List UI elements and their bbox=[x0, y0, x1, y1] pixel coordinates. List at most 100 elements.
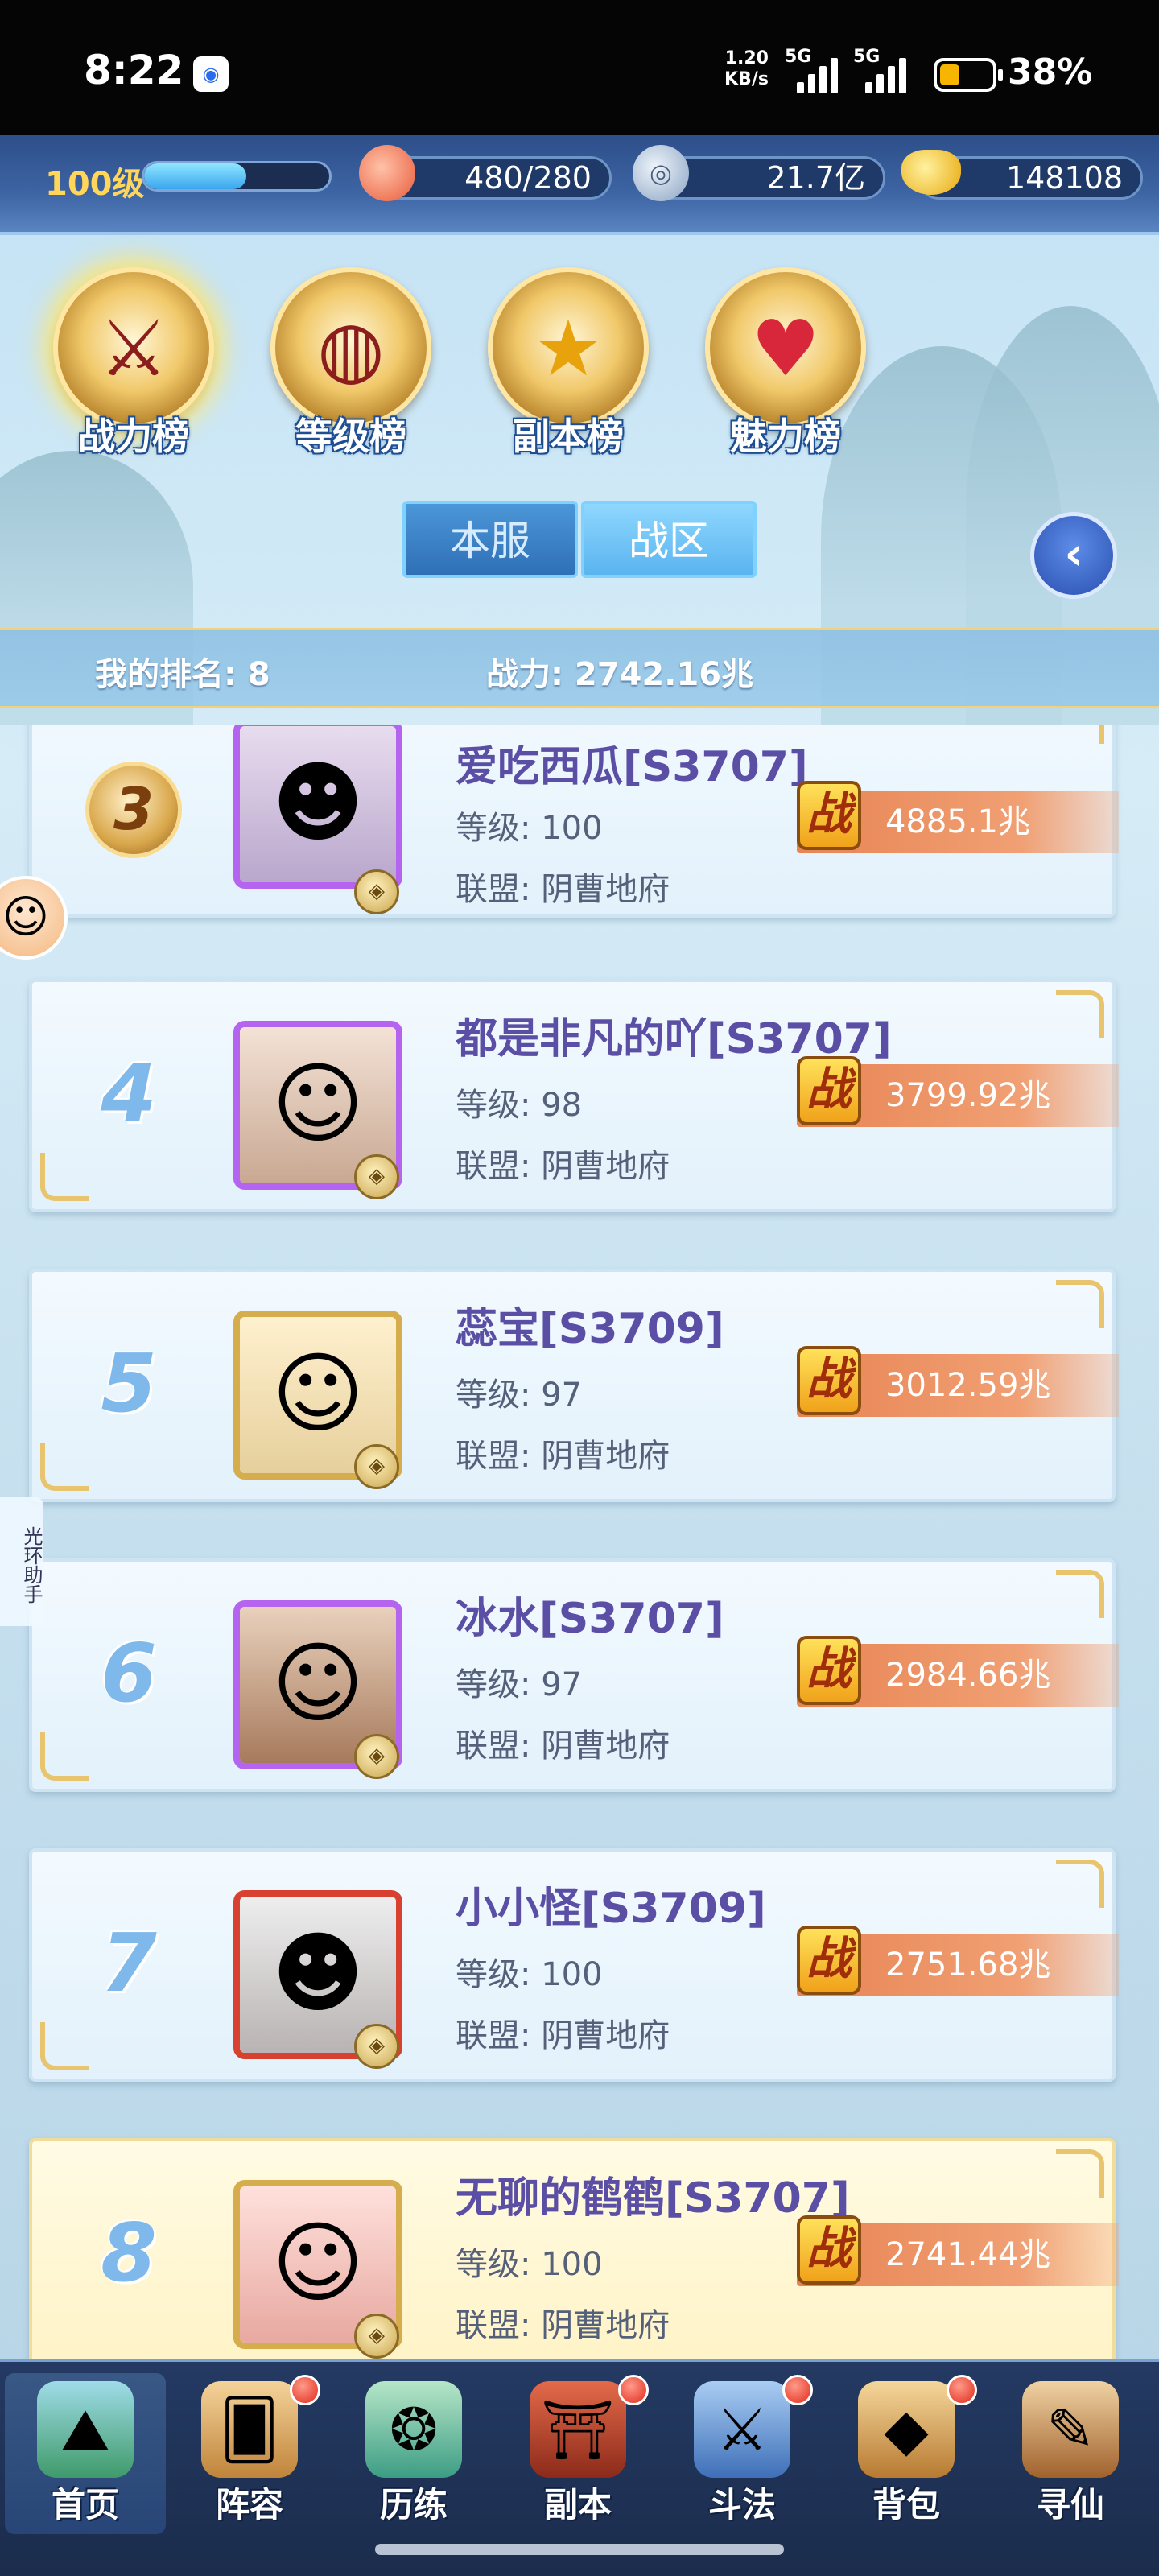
coin-icon: ◎ bbox=[633, 145, 689, 201]
notification-dot bbox=[947, 2375, 977, 2405]
player-name: 蕊宝[S3709] bbox=[456, 1305, 724, 1353]
title-badge-icon: ◈ bbox=[354, 869, 399, 914]
ornament-corner bbox=[1056, 2149, 1104, 2198]
player-guild: 联盟: 阴曹地府 bbox=[456, 1148, 670, 1185]
my-rank: 我的排名: 8 bbox=[95, 656, 270, 693]
avatar[interactable]: ☻ bbox=[233, 724, 402, 889]
player-name: 无聊的鹤鹤[S3707] bbox=[456, 2174, 850, 2223]
player-level: 等级: 100 bbox=[456, 2246, 603, 2283]
player-level: 等级: 100 bbox=[456, 810, 603, 847]
player-level: 等级: 97 bbox=[456, 1666, 583, 1703]
rank-number: 5 bbox=[101, 1336, 157, 1430]
nav-label: 首页 bbox=[51, 2485, 119, 2524]
nav-home[interactable]: ⛰ 首页 bbox=[5, 2373, 166, 2534]
rank-number: 4 bbox=[101, 1046, 157, 1141]
tab-power-ranking[interactable]: ⚔ 战力榜 bbox=[37, 267, 230, 477]
helper-tab[interactable]: 光环助手 bbox=[0, 1497, 43, 1626]
player-guild: 联盟: 阴曹地府 bbox=[456, 1438, 670, 1475]
nav-bag[interactable]: ◆ 背包 bbox=[826, 2373, 987, 2534]
nav-label: 斗法 bbox=[707, 2485, 776, 2524]
gold-ingot-icon bbox=[901, 150, 961, 195]
nav-label: 阵容 bbox=[215, 2485, 283, 2524]
nav-dungeon[interactable]: ⛩ 副本 bbox=[497, 2373, 658, 2534]
player-name: 爱吃西瓜[S3707] bbox=[456, 743, 808, 791]
tab-local-server[interactable]: 本服 bbox=[402, 501, 578, 578]
gold-value: 148108 bbox=[1005, 160, 1123, 196]
leaderboard-row[interactable]: 3 ☻ ◈ 爱吃西瓜[S3707] 等级: 100 联盟: 阴曹地府 战 488… bbox=[29, 724, 1119, 918]
battery-icon bbox=[934, 58, 1003, 92]
title-badge-icon: ◈ bbox=[354, 2314, 399, 2359]
sword-emblem-icon: ⚔ bbox=[53, 267, 214, 428]
title-badge-icon: ◈ bbox=[354, 1444, 399, 1489]
back-icon[interactable]: ‹ bbox=[1030, 512, 1117, 599]
swords-icon: ⚔ bbox=[694, 2381, 790, 2478]
battery-percent: 38% bbox=[1008, 52, 1093, 93]
ornament-corner bbox=[1056, 990, 1104, 1038]
player-guild: 联盟: 阴曹地府 bbox=[456, 871, 670, 908]
ornament-corner bbox=[40, 1443, 89, 1491]
rank-number: 7 bbox=[101, 1916, 157, 2010]
power-value: 2751.68兆 bbox=[885, 1946, 1051, 1984]
notification-dot bbox=[618, 2375, 649, 2405]
notification-dot bbox=[782, 2375, 813, 2405]
rank-number: 6 bbox=[101, 1626, 157, 1720]
player-level: 等级: 100 bbox=[456, 1956, 603, 1993]
tab-dungeon-ranking[interactable]: ★ 副本榜 bbox=[472, 267, 665, 477]
resource-bar: 100级 480/280 21.7亿 ◎ 148108 bbox=[0, 135, 1159, 235]
player-guild: 联盟: 阴曹地府 bbox=[456, 1728, 670, 1765]
tab-label: 魅力榜 bbox=[730, 415, 841, 458]
ornament-corner bbox=[1056, 1570, 1104, 1618]
ornament-corner bbox=[40, 2022, 89, 2070]
peach-icon bbox=[359, 145, 415, 201]
leaderboard-row[interactable]: 6 ☺ ◈ 冰水[S3707] 等级: 97 联盟: 阴曹地府 战 2984.6… bbox=[29, 1558, 1119, 1792]
power-value: 4885.1兆 bbox=[885, 803, 1030, 840]
player-level: 100级 bbox=[45, 166, 145, 203]
leaderboard-row[interactable]: 4 ☺ ◈ 都是非凡的吖[S3707] 等级: 98 联盟: 阴曹地府 战 37… bbox=[29, 979, 1119, 1212]
signal-icon bbox=[797, 56, 845, 93]
bag-icon: ◆ bbox=[858, 2381, 955, 2478]
power-value: 2984.66兆 bbox=[885, 1657, 1051, 1694]
rank-medal-icon: 3 bbox=[85, 762, 182, 858]
ornament-corner bbox=[40, 1153, 89, 1201]
tab-label: 等级榜 bbox=[295, 415, 406, 458]
tab-label: 战力榜 bbox=[78, 415, 189, 458]
tab-war-zone[interactable]: 战区 bbox=[581, 501, 757, 578]
player-level: 等级: 97 bbox=[456, 1377, 583, 1414]
nav-battle[interactable]: ⚔ 斗法 bbox=[662, 2373, 823, 2534]
player-guild: 联盟: 阴曹地府 bbox=[456, 2017, 670, 2054]
nav-lineup[interactable]: 🂠 阵容 bbox=[169, 2373, 330, 2534]
ornament-corner bbox=[1056, 724, 1104, 744]
leaderboard-row[interactable]: 5 ☺ ◈ 蕊宝[S3709] 等级: 97 联盟: 阴曹地府 战 3012.5… bbox=[29, 1269, 1119, 1502]
nav-training[interactable]: ❂ 历练 bbox=[333, 2373, 494, 2534]
notification-app-icon: ◉ bbox=[193, 56, 229, 92]
cards-icon: 🂠 bbox=[201, 2381, 298, 2478]
tab-level-ranking[interactable]: ◍ 等级榜 bbox=[254, 267, 448, 477]
power-icon: 战 bbox=[797, 1346, 861, 1415]
power-icon: 战 bbox=[797, 1056, 861, 1125]
power-value: 3012.59兆 bbox=[885, 1367, 1051, 1404]
level-progress-bar bbox=[142, 161, 332, 192]
leaderboard-list[interactable]: 3 ☻ ◈ 爱吃西瓜[S3707] 等级: 100 联盟: 阴曹地府 战 488… bbox=[0, 724, 1159, 2359]
power-value: 3799.92兆 bbox=[885, 1077, 1051, 1114]
home-indicator[interactable] bbox=[375, 2544, 784, 2555]
my-rank-bar: 我的排名: 8 战力: 2742.16兆 bbox=[0, 628, 1159, 708]
player-level: 等级: 98 bbox=[456, 1087, 583, 1124]
title-badge-icon: ◈ bbox=[354, 1154, 399, 1199]
leaderboard-row-self[interactable]: 8 ☺ ◈ 无聊的鹤鹤[S3707] 等级: 100 联盟: 阴曹地府 战 27… bbox=[29, 2138, 1119, 2359]
nav-seek-immortal[interactable]: ✎ 寻仙 bbox=[990, 2373, 1151, 2534]
tab-charm-ranking[interactable]: ♥ 魅力榜 bbox=[689, 267, 882, 477]
player-name: 冰水[S3707] bbox=[456, 1595, 724, 1643]
star-emblem-icon: ★ bbox=[488, 267, 649, 428]
scroll-icon: ✎ bbox=[1022, 2381, 1119, 2478]
player-guild: 联盟: 阴曹地府 bbox=[456, 2307, 670, 2344]
ornament-corner bbox=[1056, 1860, 1104, 1908]
leaderboard-row[interactable]: 7 ☻ ◈ 小小怪[S3709] 等级: 100 联盟: 阴曹地府 战 2751… bbox=[29, 1848, 1119, 2082]
silver-value: 21.7亿 bbox=[766, 160, 865, 196]
dragon-icon: ❂ bbox=[365, 2381, 462, 2478]
net-speed: 1.20 KB/s bbox=[724, 48, 769, 90]
net-speed-value: 1.20 bbox=[724, 48, 769, 68]
nav-label: 寻仙 bbox=[1036, 2485, 1104, 2524]
power-icon: 战 bbox=[797, 1926, 861, 1995]
nav-label: 背包 bbox=[872, 2485, 940, 2524]
net-speed-unit: KB/s bbox=[724, 69, 769, 89]
